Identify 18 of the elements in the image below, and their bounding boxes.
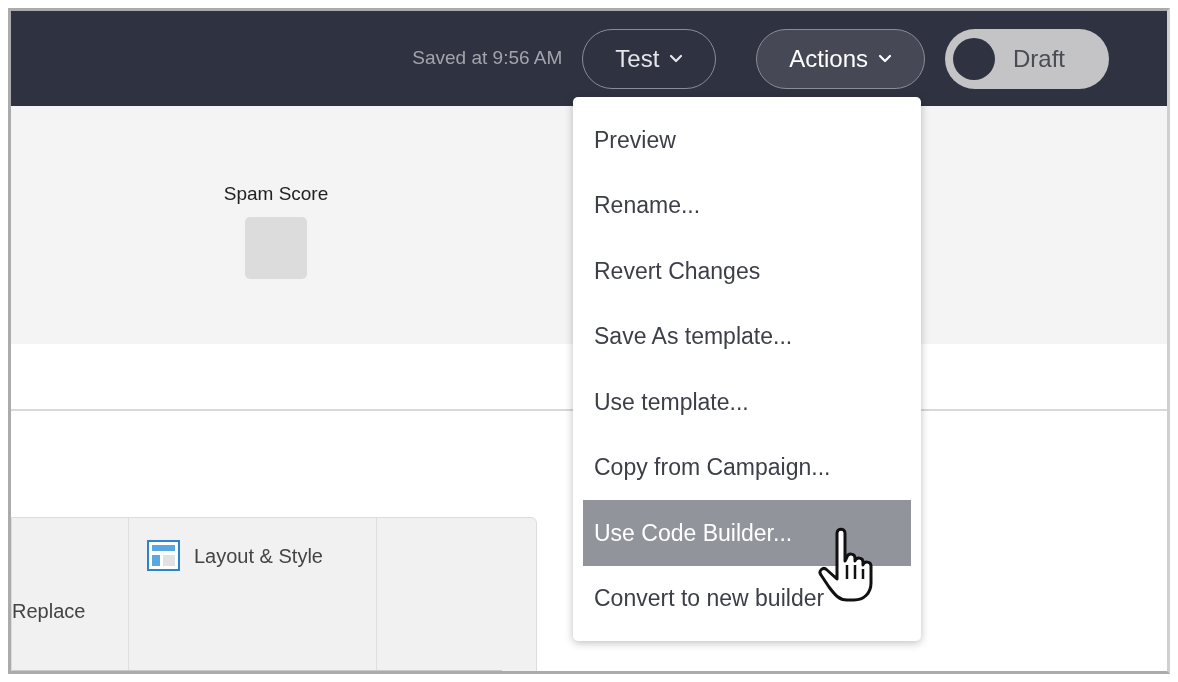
chevron-down-icon <box>669 54 684 63</box>
toggle-knob <box>953 37 995 80</box>
replace-tool[interactable]: Replace <box>12 596 86 626</box>
menu-item[interactable]: Rename... <box>583 172 911 238</box>
menu-item[interactable]: Use template... <box>583 369 911 435</box>
status-toggle[interactable]: Draft <box>945 28 1109 89</box>
layout-icon <box>147 540 180 571</box>
menu-item[interactable]: Preview <box>583 107 911 173</box>
menu-item[interactable]: Save As template... <box>583 303 911 369</box>
menu-item[interactable]: Convert to new builder <box>583 565 911 631</box>
saved-status: Saved at 9:56 AM <box>412 46 563 71</box>
chevron-down-icon <box>878 54 892 63</box>
menu-item[interactable]: Copy from Campaign... <box>583 434 911 500</box>
actions-button[interactable]: Actions <box>756 28 925 89</box>
spam-score-label: Spam Score <box>223 182 329 206</box>
menu-item[interactable]: Revert Changes <box>583 238 911 304</box>
spam-score-indicator <box>245 216 307 279</box>
layout-style-tool[interactable]: Layout & Style <box>147 540 323 571</box>
